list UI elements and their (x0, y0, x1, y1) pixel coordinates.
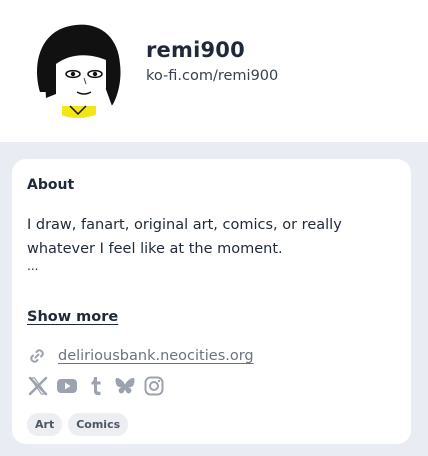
about-ellipsis: ... (27, 259, 39, 273)
link-icon (30, 349, 44, 363)
tag-list: Art Comics (27, 413, 134, 436)
avatar[interactable] (26, 14, 130, 118)
youtube-icon[interactable] (56, 375, 78, 397)
website-row: deliriousbank.neocities.org (27, 345, 254, 367)
instagram-icon[interactable] (143, 375, 165, 397)
about-text: I draw, fanart, original art, comics, or… (27, 217, 342, 257)
profile-header: remi900 ko-fi.com/remi900 (0, 0, 428, 142)
avatar-drawing (26, 14, 130, 118)
content-panel: About I draw, fanart, original art, comi… (0, 142, 428, 456)
social-links (27, 375, 172, 397)
profile-name: remi900 (146, 38, 245, 62)
website-link[interactable]: deliriousbank.neocities.org (58, 348, 254, 364)
about-title: About (27, 177, 75, 193)
x-icon[interactable] (27, 375, 49, 397)
tumblr-icon[interactable] (85, 375, 107, 397)
about-card: About I draw, fanart, original art, comi… (12, 159, 411, 444)
tag-comics[interactable]: Comics (68, 413, 129, 436)
show-more-button[interactable]: Show more (27, 309, 118, 325)
profile-url[interactable]: ko-fi.com/remi900 (146, 68, 278, 84)
bluesky-icon[interactable] (114, 375, 136, 397)
tag-art[interactable]: Art (27, 413, 63, 436)
